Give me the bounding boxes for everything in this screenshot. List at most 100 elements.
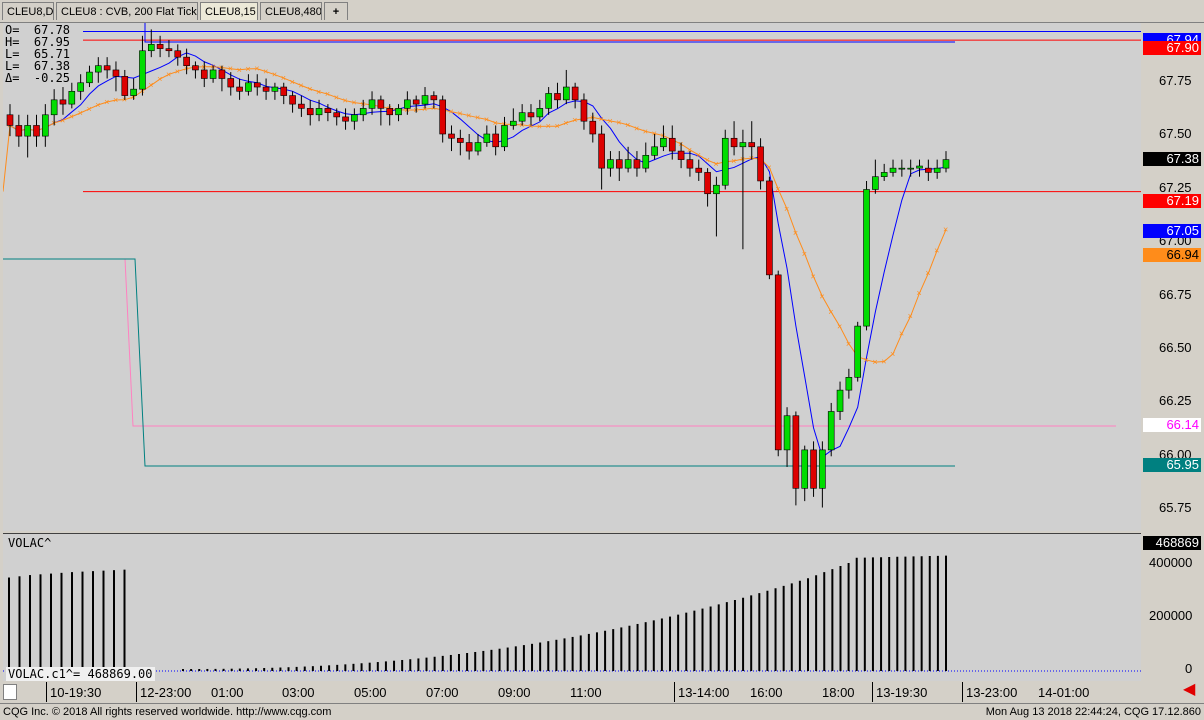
time-label: 13-23:00 [966, 685, 1018, 700]
candle-body [112, 69, 120, 77]
price-tick: 67.50 [1159, 126, 1192, 141]
orange-ma-marker: × [616, 118, 621, 128]
candle-body [377, 99, 385, 109]
candle-body [607, 159, 614, 169]
price-tick: 67.75 [1159, 73, 1192, 88]
candle-body [280, 86, 288, 96]
scroll-handle[interactable] [3, 684, 17, 700]
orange-ma-marker: × [113, 95, 118, 105]
candle-body [253, 82, 261, 88]
scroll-left-arrow-icon[interactable]: ◀ [1183, 682, 1201, 698]
orange-ma-marker: × [343, 96, 348, 106]
volume-panel[interactable]: VOLAC^ VOLAC.c1^= 468869.00 [3, 533, 1141, 681]
candle-body [766, 180, 773, 276]
orange-ma-marker: × [925, 268, 930, 278]
orange-ma-marker: × [917, 288, 922, 298]
candle-body [457, 137, 464, 143]
time-label: 07:00 [426, 685, 459, 700]
time-axis[interactable]: 10-19:30 12-23:00 01:00 03:00 05:00 07:0… [0, 682, 1141, 702]
time-label: 03:00 [282, 685, 315, 700]
orange-ma-marker: × [351, 98, 356, 108]
orange-ma-marker: × [864, 355, 869, 365]
candle-body [686, 159, 694, 169]
candle-body [624, 159, 632, 169]
tab-bar: CLEU8,D CLEU8 : CVB, 200 Flat Ticks CLEU… [0, 0, 1204, 23]
orange-ma-marker: × [599, 114, 604, 124]
candle-body [271, 86, 279, 92]
candle-body [510, 120, 517, 126]
candle-body [333, 112, 341, 118]
orange-ma-marker: × [475, 113, 480, 123]
candle-body [218, 69, 226, 79]
price-chart-panel[interactable]: × × × × × × × × × × × × × × × × × × × × × × × × × × × × × × × × × × × × × × × ×… [3, 23, 1141, 531]
candle-body [748, 142, 756, 148]
orange-ma-marker: × [466, 111, 471, 121]
orange-ma-marker: × [166, 69, 171, 79]
candle-body [554, 93, 561, 101]
candle-body [342, 116, 349, 122]
candle-body [863, 189, 870, 327]
candle-body [24, 125, 31, 137]
ohlc-readout: O= 67.78 H= 67.95 L= 65.71 L= 67.38 Δ= -… [5, 24, 70, 84]
volume-tick: 400000 [1149, 555, 1193, 570]
candle-body [147, 44, 155, 52]
candle-body [536, 108, 544, 118]
orange-ma-marker: × [775, 184, 780, 194]
add-tab-button[interactable]: + [324, 2, 348, 20]
time-divider [962, 682, 963, 702]
candle-body [42, 114, 49, 137]
candle-body [404, 99, 411, 109]
candle-body [757, 146, 764, 182]
time-label: 11:00 [570, 685, 602, 700]
orange-ma-marker: × [78, 108, 83, 118]
price-tick: 66.25 [1159, 393, 1192, 408]
tab-cleu8-15[interactable]: CLEU8,15 [200, 2, 258, 20]
candle-body [50, 99, 58, 116]
orange-ma-marker: × [846, 339, 851, 349]
candle-body [236, 86, 243, 92]
candle-body [668, 137, 676, 152]
candle-body [156, 44, 164, 49]
status-text: Mon Aug 13 2018 22:44:24, CQG 17.12.860 [985, 706, 1201, 718]
price-tag-red-level: 67.19 [1143, 194, 1201, 208]
orange-ma-marker: × [69, 112, 74, 122]
tab-cleu8-daily[interactable]: CLEU8,D [2, 2, 54, 20]
orange-ma-marker: × [237, 65, 242, 75]
orange-ma-marker: × [819, 292, 824, 302]
volume-tick: 0 [1185, 661, 1193, 676]
orange-ma-marker: × [245, 64, 250, 74]
candle-body [15, 125, 23, 137]
candle-body [421, 95, 429, 105]
candle-body [351, 114, 358, 122]
blue-high-line [144, 23, 955, 43]
candle-body [139, 50, 146, 90]
orange-ma-marker: × [607, 116, 612, 126]
time-divider [674, 682, 675, 702]
candle-body [819, 449, 826, 489]
time-label: 01:00 [211, 685, 244, 700]
candle-body [174, 50, 182, 58]
candle-body [907, 167, 914, 170]
candle-body [880, 172, 888, 177]
candle-body [730, 137, 738, 148]
candle-body [704, 172, 711, 195]
tab-cleu8-cvb[interactable]: CLEU8 : CVB, 200 Flat Ticks [56, 2, 198, 20]
candle-body [33, 125, 40, 137]
orange-ma-marker: × [572, 115, 577, 125]
candle-body [200, 69, 208, 79]
tab-cleu8-480[interactable]: CLEU8,480 [260, 2, 322, 20]
candle-body [916, 165, 923, 169]
candle-body [165, 48, 173, 52]
candle-body [59, 99, 67, 105]
candle-body [792, 415, 800, 489]
teal-level-line [3, 258, 955, 467]
candle-body [306, 108, 314, 116]
candle-body [130, 88, 137, 96]
volume-axis[interactable]: 468869 400000 200000 0 [1141, 533, 1204, 680]
delta-value: Δ= -0.25 [5, 71, 71, 85]
candle-body [68, 91, 76, 105]
orange-moving-average [3, 66, 947, 363]
candle-body [589, 120, 597, 135]
orange-ma-marker: × [731, 156, 736, 166]
price-axis[interactable]: 67.75 67.50 67.25 67.00 66.75 66.50 66.2… [1141, 23, 1204, 531]
